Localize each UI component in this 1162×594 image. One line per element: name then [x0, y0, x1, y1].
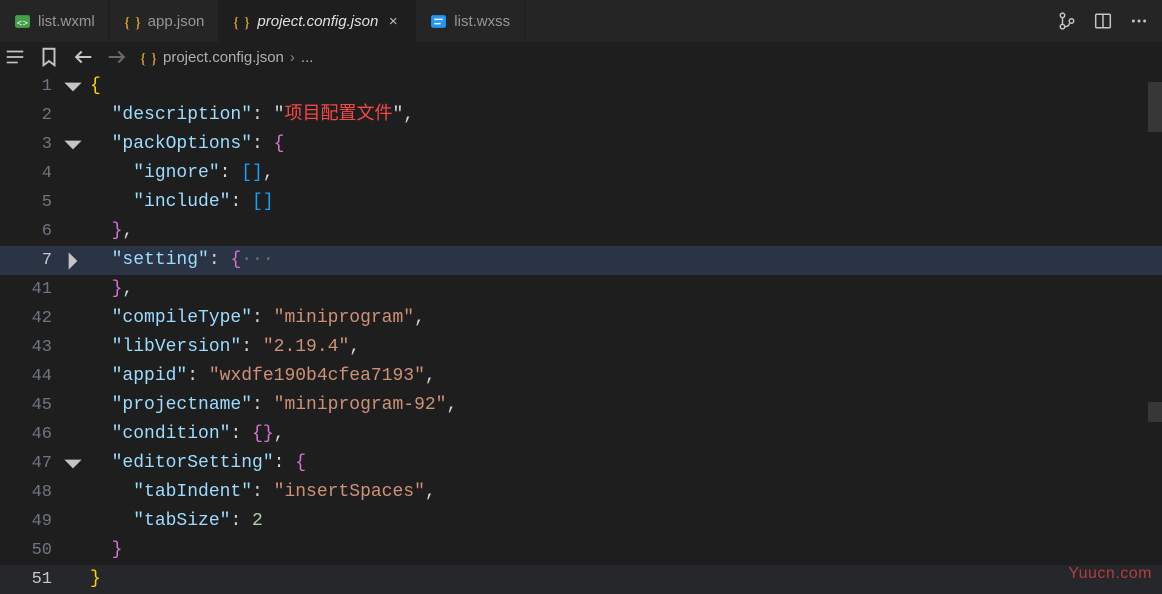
more-actions-icon[interactable]	[1130, 12, 1148, 30]
code-line: },	[86, 275, 1162, 304]
line-number: 4	[0, 159, 60, 188]
line-number: 48	[0, 478, 60, 507]
svg-text:{ }: { }	[124, 14, 141, 29]
code-line: }	[86, 536, 1162, 565]
code-editor[interactable]: 1 { 2 "description": "项目配置文件", 3 "packOpt…	[0, 72, 1162, 594]
code-line: },	[86, 217, 1162, 246]
line-number: 51	[0, 565, 60, 594]
nav-forward-icon[interactable]	[106, 46, 128, 68]
svg-text:{ }: { }	[233, 14, 250, 29]
breadcrumb-file: project.config.json	[163, 49, 284, 66]
tab-list-wxml[interactable]: <> list.wxml	[0, 0, 110, 42]
bookmark-icon[interactable]	[38, 46, 60, 68]
source-control-icon[interactable]	[1058, 12, 1076, 30]
nav-back-icon[interactable]	[72, 46, 94, 68]
code-line: "projectname": "miniprogram-92",	[86, 391, 1162, 420]
watermark-text: Yuucn.com	[1068, 565, 1152, 583]
line-number: 3	[0, 130, 60, 159]
tab-label: list.wxss	[454, 13, 510, 30]
line-number: 2	[0, 101, 60, 130]
tab-label: app.json	[148, 13, 205, 30]
code-line: "setting": {···	[86, 246, 1162, 275]
code-line: "tabSize": 2	[86, 507, 1162, 536]
editor-tabs-bar: <> list.wxml { } app.json { } project.co…	[0, 0, 1162, 42]
tab-label: project.config.json	[257, 13, 378, 30]
code-line: "editorSetting": {	[86, 449, 1162, 478]
fold-chevron-right-icon[interactable]	[60, 248, 86, 274]
code-line: "tabIndent": "insertSpaces",	[86, 478, 1162, 507]
json-icon: { }	[233, 13, 250, 30]
svg-text:<>: <>	[17, 17, 29, 28]
line-number: 43	[0, 333, 60, 362]
line-number: 45	[0, 391, 60, 420]
code-line: "libVersion": "2.19.4",	[86, 333, 1162, 362]
line-number: 6	[0, 217, 60, 246]
fold-chevron-down-icon[interactable]	[60, 74, 86, 100]
code-line: {	[86, 72, 1162, 101]
tab-app-json[interactable]: { } app.json	[110, 0, 220, 42]
breadcrumb-bar: { } project.config.json › ...	[0, 42, 1162, 72]
editor-title-actions	[1058, 0, 1162, 42]
close-icon[interactable]: ×	[385, 13, 401, 30]
line-number: 46	[0, 420, 60, 449]
breadcrumb[interactable]: { } project.config.json › ...	[140, 49, 313, 66]
tab-project-config-json[interactable]: { } project.config.json ×	[219, 0, 416, 42]
chevron-right-icon: ›	[290, 49, 295, 66]
line-number: 50	[0, 536, 60, 565]
tab-list-wxss[interactable]: list.wxss	[416, 0, 525, 42]
code-line: "condition": {},	[86, 420, 1162, 449]
code-line: "compileType": "miniprogram",	[86, 304, 1162, 333]
line-number: 44	[0, 362, 60, 391]
code-line: }	[86, 565, 1162, 594]
fold-chevron-down-icon[interactable]	[60, 132, 86, 158]
overview-ruler[interactable]	[1148, 72, 1162, 592]
wxml-icon: <>	[14, 13, 31, 30]
line-number: 41	[0, 275, 60, 304]
line-number: 42	[0, 304, 60, 333]
code-line: "include": []	[86, 188, 1162, 217]
line-number: 1	[0, 72, 60, 101]
code-line: "packOptions": {	[86, 130, 1162, 159]
split-editor-icon[interactable]	[1094, 12, 1112, 30]
toggle-word-wrap-icon[interactable]	[4, 46, 26, 68]
line-number: 49	[0, 507, 60, 536]
line-number: 5	[0, 188, 60, 217]
code-line: "appid": "wxdfe190b4cfea7193",	[86, 362, 1162, 391]
code-line: "ignore": [],	[86, 159, 1162, 188]
line-number: 7	[0, 246, 60, 275]
fold-chevron-down-icon[interactable]	[60, 451, 86, 477]
json-icon: { }	[140, 49, 157, 66]
breadcrumb-rest: ...	[301, 49, 314, 66]
tab-label: list.wxml	[38, 13, 95, 30]
wxss-icon	[430, 13, 447, 30]
code-line: "description": "项目配置文件",	[86, 101, 1162, 130]
svg-text:{ }: { }	[140, 50, 157, 65]
json-icon: { }	[124, 13, 141, 30]
line-number: 47	[0, 449, 60, 478]
